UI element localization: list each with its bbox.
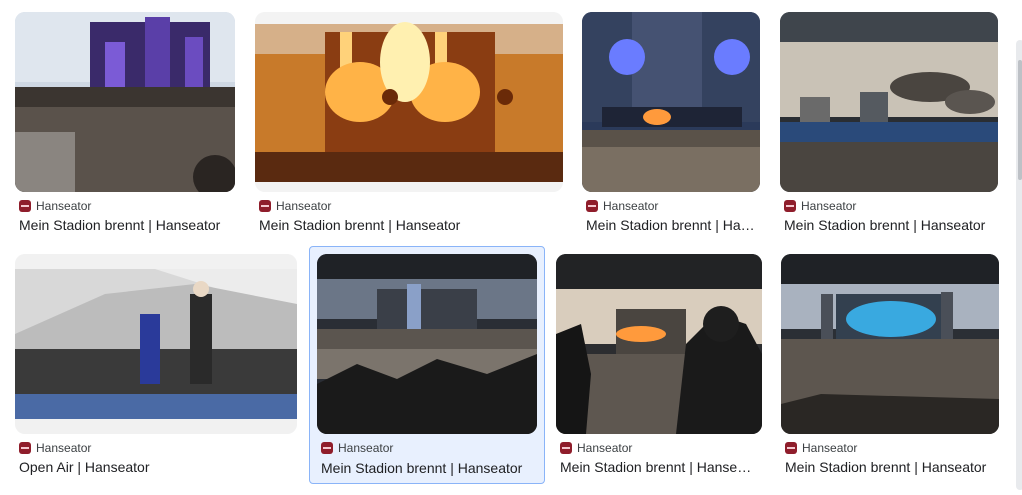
hanseator-favicon-icon bbox=[19, 200, 31, 212]
result-card[interactable]: Hanseator Open Air | Hanseator bbox=[13, 252, 299, 484]
result-thumbnail[interactable] bbox=[255, 12, 563, 192]
result-title[interactable]: Mein Stadion brennt | Hanseator bbox=[259, 216, 559, 234]
result-thumbnail[interactable] bbox=[15, 254, 297, 434]
result-source: Hanseator bbox=[36, 199, 92, 213]
result-thumbnail[interactable] bbox=[781, 254, 999, 434]
result-title[interactable]: Mein Stadion brennt | Hanseator bbox=[560, 458, 758, 476]
concert-photo-image bbox=[255, 12, 563, 192]
result-card[interactable]: Hanseator Mein Stadion brennt | Hanseato… bbox=[253, 10, 565, 242]
result-source: Hanseator bbox=[276, 199, 332, 213]
result-title[interactable]: Mein Stadion brennt | Hanseator bbox=[785, 458, 997, 476]
result-thumbnail[interactable] bbox=[780, 12, 998, 192]
result-title[interactable]: Mein Stadion brennt | Hanseator bbox=[321, 459, 539, 477]
result-card[interactable]: Hanseator Mein Stadion brennt | Hanseato… bbox=[13, 10, 237, 242]
hanseator-favicon-icon bbox=[785, 442, 797, 454]
concert-photo-image bbox=[15, 254, 297, 434]
result-card[interactable]: Hanseator Mein Stadion brennt | Hanseato… bbox=[778, 10, 1000, 242]
hanseator-favicon-icon bbox=[321, 442, 333, 454]
result-title[interactable]: Mein Stadion brennt | Hanseator bbox=[19, 216, 233, 234]
result-card-selected[interactable]: Hanseator Mein Stadion brennt | Hanseato… bbox=[309, 246, 545, 484]
result-card[interactable]: Hanseator Mein Stadion brennt | Hanseato… bbox=[580, 10, 762, 242]
result-thumbnail[interactable] bbox=[317, 254, 537, 434]
result-source: Hanseator bbox=[577, 441, 633, 455]
hanseator-favicon-icon bbox=[586, 200, 598, 212]
hanseator-favicon-icon bbox=[560, 442, 572, 454]
hanseator-favicon-icon bbox=[259, 200, 271, 212]
next-results-edge bbox=[1016, 40, 1022, 490]
result-card[interactable]: Hanseator Mein Stadion brennt | Hanseato… bbox=[554, 252, 764, 484]
concert-photo-image bbox=[780, 12, 998, 192]
result-thumbnail[interactable] bbox=[15, 12, 235, 192]
result-thumbnail[interactable] bbox=[556, 254, 762, 434]
concert-photo-image bbox=[317, 254, 537, 434]
result-source: Hanseator bbox=[338, 441, 394, 455]
hanseator-favicon-icon bbox=[784, 200, 796, 212]
concert-photo-image bbox=[781, 254, 999, 434]
concert-photo-image bbox=[556, 254, 762, 434]
result-title[interactable]: Open Air | Hanseator bbox=[19, 458, 295, 476]
result-title[interactable]: Mein Stadion brennt | Hanseator bbox=[784, 216, 994, 234]
result-source: Hanseator bbox=[603, 199, 659, 213]
result-title[interactable]: Mein Stadion brennt | Hanseator bbox=[586, 216, 756, 234]
result-source: Hanseator bbox=[802, 441, 858, 455]
result-source: Hanseator bbox=[801, 199, 857, 213]
concert-photo-image bbox=[15, 12, 235, 192]
concert-photo-image bbox=[582, 12, 760, 192]
result-card[interactable]: Hanseator Mein Stadion brennt | Hanseato… bbox=[779, 252, 1001, 484]
result-thumbnail[interactable] bbox=[582, 12, 760, 192]
hanseator-favicon-icon bbox=[19, 442, 31, 454]
result-source: Hanseator bbox=[36, 441, 92, 455]
